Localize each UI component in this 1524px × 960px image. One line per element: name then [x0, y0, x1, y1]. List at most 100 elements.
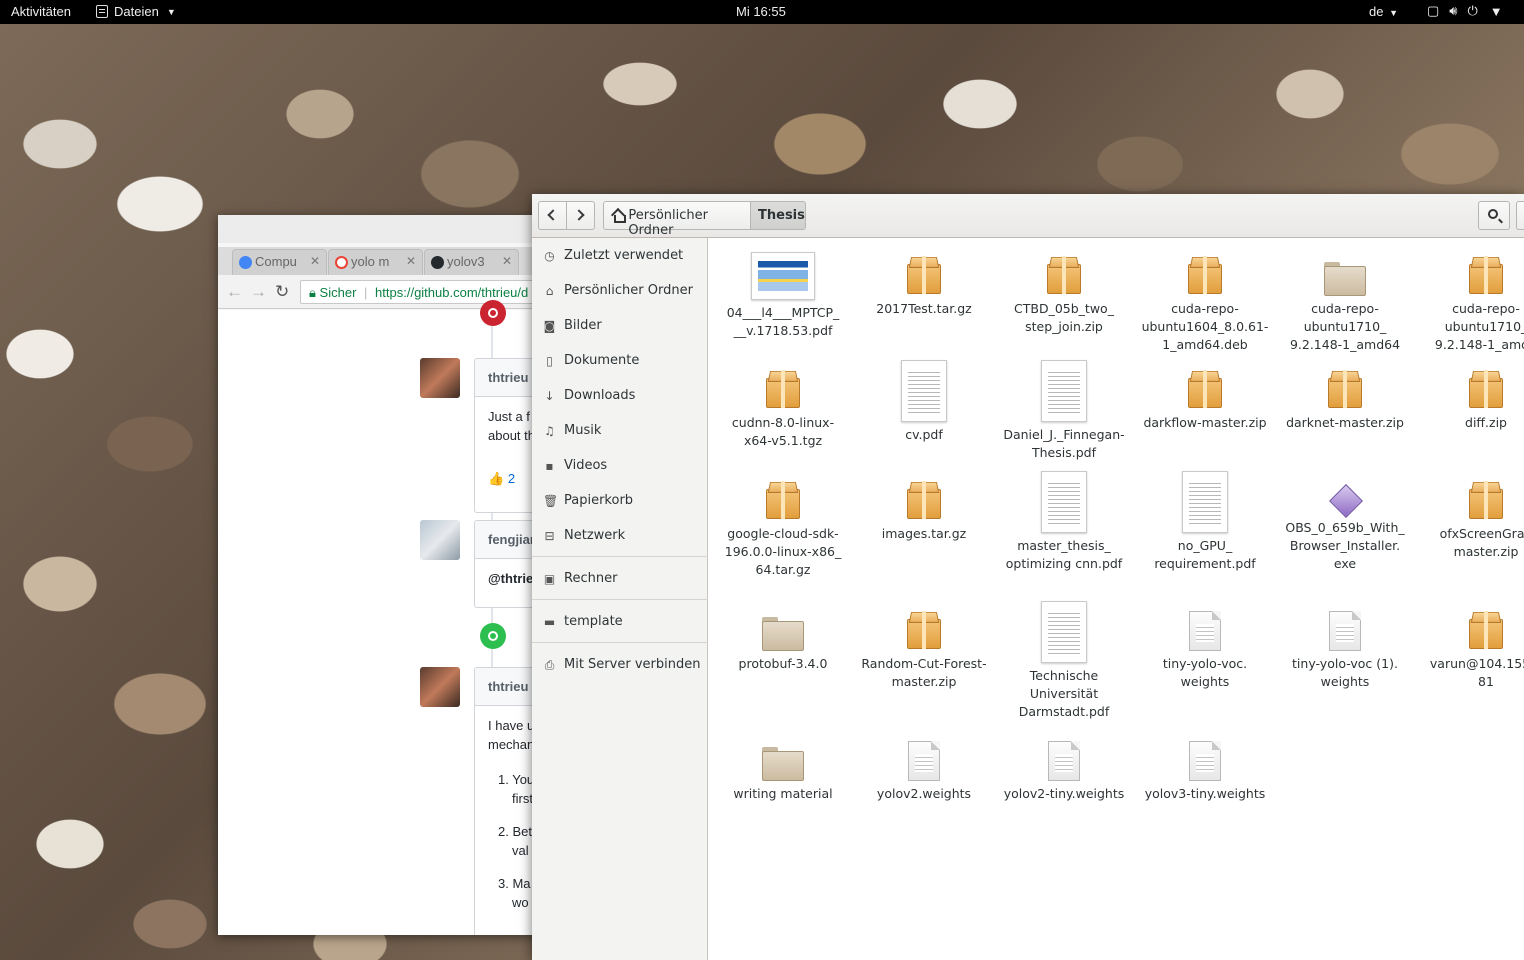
file-item[interactable]: cuda-repo- ubuntu1710_ 9.2.148-1_amd64: [1275, 246, 1415, 354]
file-item[interactable]: cuda-repo- ubuntu1604_8.0.61- 1_amd64.de…: [1135, 246, 1275, 354]
browser-tab-strip: Compu ✕ yolo m ✕ yolov3 ✕: [218, 247, 538, 275]
avatar[interactable]: [420, 520, 460, 560]
file-item[interactable]: google-cloud-sdk- 196.0.0-linux-x86_ 64.…: [713, 471, 853, 579]
sidebar-item-home[interactable]: ⌂ Persönlicher Ordner: [532, 277, 708, 307]
file-item[interactable]: OBS_0_659b_With_ Browser_Installer. exe: [1275, 471, 1415, 573]
reload-icon[interactable]: ↻: [275, 282, 289, 302]
breadcrumb-current[interactable]: Thesis: [750, 201, 806, 230]
activities-button[interactable]: Aktivitäten: [11, 4, 71, 19]
sidebar-item-label: Netzwerk: [564, 528, 626, 543]
close-tab-icon[interactable]: ✕: [310, 254, 320, 268]
sidebar-item-label: template: [564, 614, 623, 629]
comment-author[interactable]: fengjian: [475, 521, 538, 559]
file-item[interactable]: yolov2-tiny.weights: [994, 731, 1134, 803]
browser-titlebar[interactable]: [218, 215, 538, 243]
file-icon: [908, 741, 940, 781]
sidebar-item-videos[interactable]: ▪ Videos: [532, 452, 708, 482]
file-name: OBS_0_659b_With_ Browser_Installer. exe: [1285, 520, 1405, 571]
reaction-count: 2: [507, 471, 516, 486]
files-window[interactable]: Persönlicher Ordner Thesis ◷ Zuletzt ver…: [532, 194, 1524, 960]
file-name: Technische Universität Darmstadt.pdf: [1018, 668, 1110, 719]
file-item[interactable]: protobuf-3.4.0: [713, 601, 853, 673]
files-headerbar[interactable]: Persönlicher Ordner Thesis: [532, 194, 1524, 238]
file-item[interactable]: images.tar.gz: [854, 471, 994, 543]
video-icon: ▪: [545, 459, 554, 473]
breadcrumb-home[interactable]: Persönlicher Ordner: [603, 201, 751, 238]
sidebar-item-connect-server[interactable]: ⎙ Mit Server verbinden: [532, 651, 708, 681]
sidebar-item-label: Downloads: [564, 388, 636, 403]
browser-tab[interactable]: Compu ✕: [232, 249, 327, 275]
file-item[interactable]: cv.pdf: [854, 360, 994, 444]
file-item[interactable]: darknet-master.zip: [1275, 360, 1415, 432]
file-item[interactable]: diff.zip: [1416, 360, 1524, 432]
archive-icon: [907, 256, 941, 296]
close-tab-icon[interactable]: ✕: [406, 254, 416, 268]
comment-body: I have u mechan 1. You first 2. Bet val …: [475, 706, 538, 912]
file-item[interactable]: cuda-repo- ubuntu1710_ 9.2.148-1_amd6: [1416, 246, 1524, 354]
top-bar: Aktivitäten Dateien ▼ Mi 16:55 de ▼ ▢ 🔊︎…: [0, 0, 1524, 24]
sidebar-item-trash[interactable]: 🗑︎ Papierkorb: [532, 487, 708, 517]
back-button[interactable]: [538, 201, 567, 230]
folder-icon: ▬: [543, 615, 556, 629]
file-item[interactable]: Daniel_J._Finnegan- Thesis.pdf: [994, 360, 1134, 462]
file-item[interactable]: tiny-yolo-voc (1). weights: [1275, 601, 1415, 691]
file-item[interactable]: tiny-yolo-voc. weights: [1135, 601, 1275, 691]
forward-arrow-icon[interactable]: →: [250, 282, 267, 302]
file-item[interactable]: Technische Universität Darmstadt.pdf: [994, 601, 1134, 721]
file-name: cuda-repo- ubuntu1710_ 9.2.148-1_amd64: [1289, 301, 1401, 352]
file-item[interactable]: 2017Test.tar.gz: [854, 246, 994, 318]
comment-body: @thtrie: [488, 571, 534, 586]
file-item[interactable]: ofxScreenGrab master.zip: [1416, 471, 1524, 561]
browser-window[interactable]: Compu ✕ yolo m ✕ yolov3 ✕ ← → ↻ 🔒︎ Siche…: [218, 215, 538, 935]
language-indicator[interactable]: de ▼: [1369, 4, 1398, 19]
sidebar-item-documents[interactable]: ▯ Dokumente: [532, 347, 708, 377]
file-item[interactable]: master_thesis_ optimizing cnn.pdf: [994, 471, 1134, 573]
app-menu[interactable]: Dateien ▼: [96, 4, 176, 19]
address-bar[interactable]: 🔒︎ Sicher | https://github.com/thtrieu/d: [300, 280, 538, 304]
forward-button[interactable]: [566, 201, 595, 230]
sidebar-item-recent[interactable]: ◷ Zuletzt verwendet: [532, 242, 708, 272]
view-menu-button[interactable]: [1516, 201, 1524, 230]
sidebar-item-label: Dokumente: [564, 353, 640, 368]
gear-favicon-icon: [239, 256, 252, 269]
file-item[interactable]: CTBD_05b_two_ step_join.zip: [994, 246, 1134, 336]
file-item[interactable]: writing material: [713, 731, 853, 803]
sidebar-item-downloads[interactable]: ↓ Downloads: [532, 382, 708, 412]
folder-icon: [1324, 262, 1366, 296]
sidebar-item-computer[interactable]: ▣ Rechner: [532, 565, 708, 595]
avatar[interactable]: [420, 358, 460, 398]
avatar[interactable]: [420, 667, 460, 707]
file-item[interactable]: varun@104.155.1 81: [1416, 601, 1524, 691]
sidebar-item-pictures[interactable]: ◙ Bilder: [532, 312, 708, 342]
file-item[interactable]: darkflow-master.zip: [1135, 360, 1275, 432]
sidebar-item-template[interactable]: ▬ template: [532, 608, 708, 638]
pdf-thumbnail-icon: [1041, 601, 1087, 663]
file-item[interactable]: yolov2.weights: [854, 731, 994, 803]
document-icon: ▯: [546, 354, 553, 368]
network-icon: ⊟: [544, 529, 555, 543]
file-item[interactable]: cudnn-8.0-linux- x64-v5.1.tgz: [713, 360, 853, 450]
archive-icon: [1328, 370, 1362, 410]
comment-author[interactable]: thtrieu: [475, 668, 538, 706]
sidebar-item-label: Videos: [564, 458, 608, 473]
system-tray[interactable]: ▢ 🔊︎ ⏻ ▼: [1427, 3, 1503, 19]
close-tab-icon[interactable]: ✕: [502, 254, 512, 268]
sidebar-item-music[interactable]: ♫ Musik: [532, 417, 708, 447]
file-name: Random-Cut-Forest- master.zip: [861, 656, 987, 689]
search-button[interactable]: [1478, 201, 1510, 230]
sidebar-item-network[interactable]: ⊟ Netzwerk: [532, 522, 708, 552]
reaction[interactable]: 👍 2: [488, 469, 538, 488]
folder-icon: [762, 747, 804, 781]
file-item[interactable]: 04___l4___MPTCP_ __v.1718.53.pdf: [713, 246, 853, 340]
browser-tab[interactable]: yolov3 ✕: [424, 249, 519, 275]
sidebar-divider: [532, 599, 708, 600]
comment-author[interactable]: thtrieu: [475, 359, 538, 397]
file-name: yolov3-tiny.weights: [1144, 786, 1266, 801]
file-item[interactable]: yolov3-tiny.weights: [1135, 731, 1275, 803]
clock[interactable]: Mi 16:55: [736, 4, 786, 19]
file-item[interactable]: no_GPU_ requirement.pdf: [1135, 471, 1275, 573]
home-icon: [612, 210, 627, 223]
file-item[interactable]: Random-Cut-Forest- master.zip: [854, 601, 994, 691]
browser-tab[interactable]: yolo m ✕: [328, 249, 423, 275]
back-arrow-icon[interactable]: ←: [226, 282, 243, 302]
